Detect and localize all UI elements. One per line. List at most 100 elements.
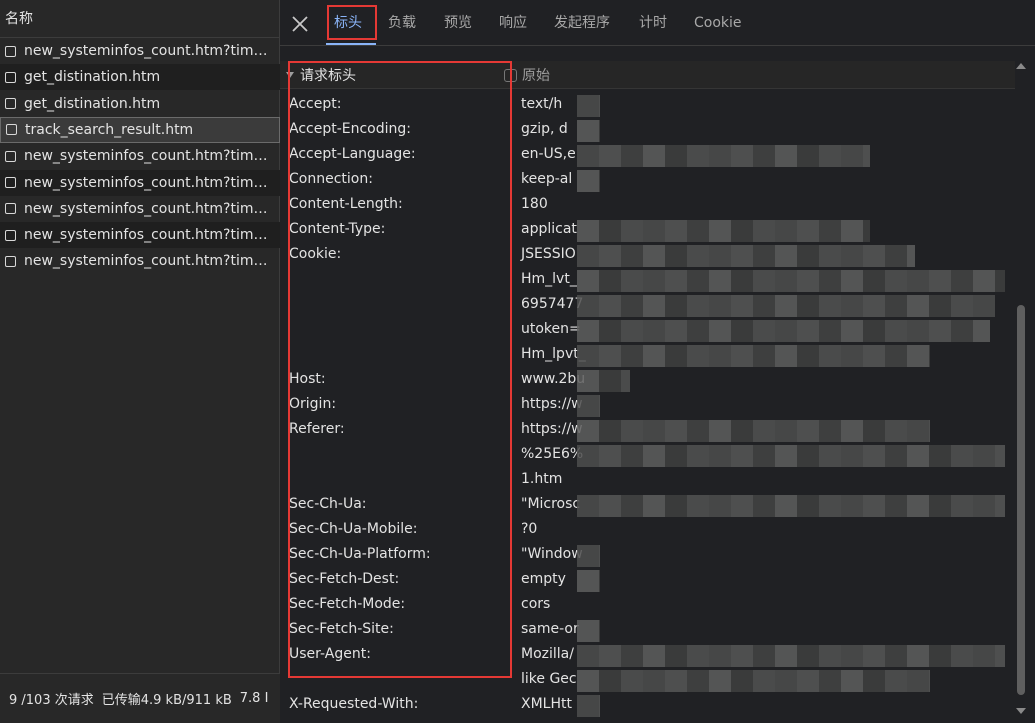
request-row[interactable]: track_search_result.htm	[0, 116, 280, 143]
redaction-block	[995, 445, 1005, 467]
request-row[interactable]: new_systeminfos_count.htm?timest...	[0, 169, 280, 196]
redaction-block	[841, 220, 863, 242]
header-value[interactable]: like Gec	[521, 671, 577, 687]
redaction-block	[819, 495, 841, 517]
request-row[interactable]: new_systeminfos_count.htm?timest...	[0, 222, 280, 249]
header-value[interactable]: same-or	[521, 621, 579, 637]
scroll-down-arrow-icon[interactable]	[1016, 708, 1026, 714]
header-value[interactable]: utoken=	[521, 321, 581, 337]
redaction-block	[731, 320, 753, 342]
redaction-block	[621, 495, 643, 517]
header-value[interactable]: "Microsc	[521, 496, 580, 512]
header-value[interactable]: www.2bu	[521, 371, 585, 387]
header-value[interactable]: "Window	[521, 546, 583, 562]
redaction-block	[863, 645, 885, 667]
request-checkbox[interactable]	[5, 255, 16, 267]
header-value[interactable]: Mozilla/	[521, 646, 574, 662]
request-row[interactable]: new_systeminfos_count.htm?timest...	[0, 248, 280, 274]
header-value[interactable]: gzip, d	[521, 121, 568, 137]
request-row[interactable]: new_systeminfos_count.htm?timest...	[0, 196, 280, 222]
request-headers-section-header[interactable]: 请求标头 原始	[280, 61, 1015, 89]
header-value[interactable]: empty	[521, 571, 566, 587]
tab-preview[interactable]: 预览	[444, 0, 472, 46]
raw-checkbox[interactable]	[504, 68, 517, 82]
request-checkbox[interactable]	[6, 124, 17, 136]
request-row[interactable]: get_distination.htm	[0, 64, 280, 91]
redaction-block	[665, 495, 687, 517]
scroll-thumb[interactable]	[1017, 305, 1025, 695]
header-row: Connection: keep-al	[280, 169, 1015, 194]
redaction-block	[797, 445, 819, 467]
redaction-block	[775, 670, 797, 692]
request-row[interactable]: new_systeminfos_count.htm?timest...	[0, 143, 280, 169]
request-checkbox[interactable]	[5, 203, 16, 215]
tab-payload[interactable]: 负载	[388, 0, 416, 46]
header-value[interactable]: 180	[521, 196, 548, 212]
redaction-block	[841, 320, 863, 342]
redaction-block	[863, 495, 885, 517]
header-value[interactable]: %25E6%	[521, 446, 583, 462]
header-name: Content-Type:	[289, 221, 386, 237]
header-value[interactable]: text/h	[521, 96, 562, 112]
header-value[interactable]: https://w	[521, 396, 583, 412]
redaction-block	[973, 295, 995, 317]
redaction-block	[731, 445, 753, 467]
redaction-block	[907, 320, 929, 342]
request-checkbox[interactable]	[5, 150, 16, 162]
redaction-block	[819, 320, 841, 342]
redaction-block	[753, 145, 775, 167]
redaction-block	[709, 645, 731, 667]
header-value[interactable]: Hm_lpvt_	[521, 346, 586, 362]
redaction-block	[907, 245, 915, 267]
scroll-up-arrow-icon[interactable]	[1016, 63, 1026, 69]
tab-cookie[interactable]: Cookie	[694, 0, 742, 46]
tab-timing[interactable]: 计时	[639, 0, 667, 46]
request-checkbox[interactable]	[5, 177, 16, 188]
redaction-block	[599, 695, 600, 717]
header-value[interactable]: 1.htm	[521, 471, 562, 487]
request-checkbox[interactable]	[5, 98, 16, 110]
redaction-block	[577, 170, 599, 192]
redaction-block	[577, 345, 599, 367]
tab-response[interactable]: 响应	[499, 0, 527, 46]
header-value[interactable]: XMLHtt	[521, 696, 572, 712]
redaction-block	[797, 220, 819, 242]
header-value[interactable]: cors	[521, 596, 550, 612]
request-row[interactable]: new_systeminfos_count.htm?timest...	[0, 38, 280, 64]
request-checkbox[interactable]	[5, 45, 16, 57]
header-value[interactable]: ?0	[521, 521, 537, 537]
raw-toggle[interactable]: 原始	[504, 65, 550, 85]
header-value[interactable]: Hm_lvt_	[521, 271, 577, 287]
redaction-block	[995, 270, 1005, 292]
header-row: Sec-Ch-Ua-Platform: "Window	[280, 544, 1015, 569]
details-tab-bar: 标头 负载 预览 响应 发起程序 计时 Cookie	[280, 0, 1035, 46]
header-value[interactable]: 6957477	[521, 296, 583, 312]
redaction-block	[841, 645, 863, 667]
redaction-block	[599, 395, 600, 417]
redaction-block	[687, 495, 709, 517]
redaction-block	[753, 420, 775, 442]
redaction-block	[841, 420, 863, 442]
header-value[interactable]: applicat	[521, 221, 577, 237]
close-icon[interactable]	[290, 14, 310, 34]
redaction-block	[841, 445, 863, 467]
header-value[interactable]: keep-al	[521, 171, 572, 187]
redaction-block	[687, 320, 709, 342]
raw-label: 原始	[522, 68, 550, 84]
header-value[interactable]: JSESSIO	[521, 246, 576, 262]
request-checkbox[interactable]	[5, 71, 16, 83]
redaction-block	[753, 245, 775, 267]
request-checkbox[interactable]	[5, 229, 16, 241]
request-row[interactable]: get_distination.htm	[0, 91, 280, 117]
collapse-triangle-icon[interactable]	[286, 72, 294, 78]
redaction-block	[643, 495, 665, 517]
header-value[interactable]: https://w	[521, 421, 583, 437]
name-column-header[interactable]: 名称	[0, 0, 279, 38]
header-name: Sec-Fetch-Mode:	[289, 596, 406, 612]
redaction-block	[753, 670, 775, 692]
redaction-block	[621, 645, 643, 667]
tab-initiator[interactable]: 发起程序	[554, 0, 610, 46]
header-value[interactable]: en-US,e	[521, 146, 576, 162]
redaction-block	[907, 670, 929, 692]
redaction-block	[577, 620, 599, 642]
